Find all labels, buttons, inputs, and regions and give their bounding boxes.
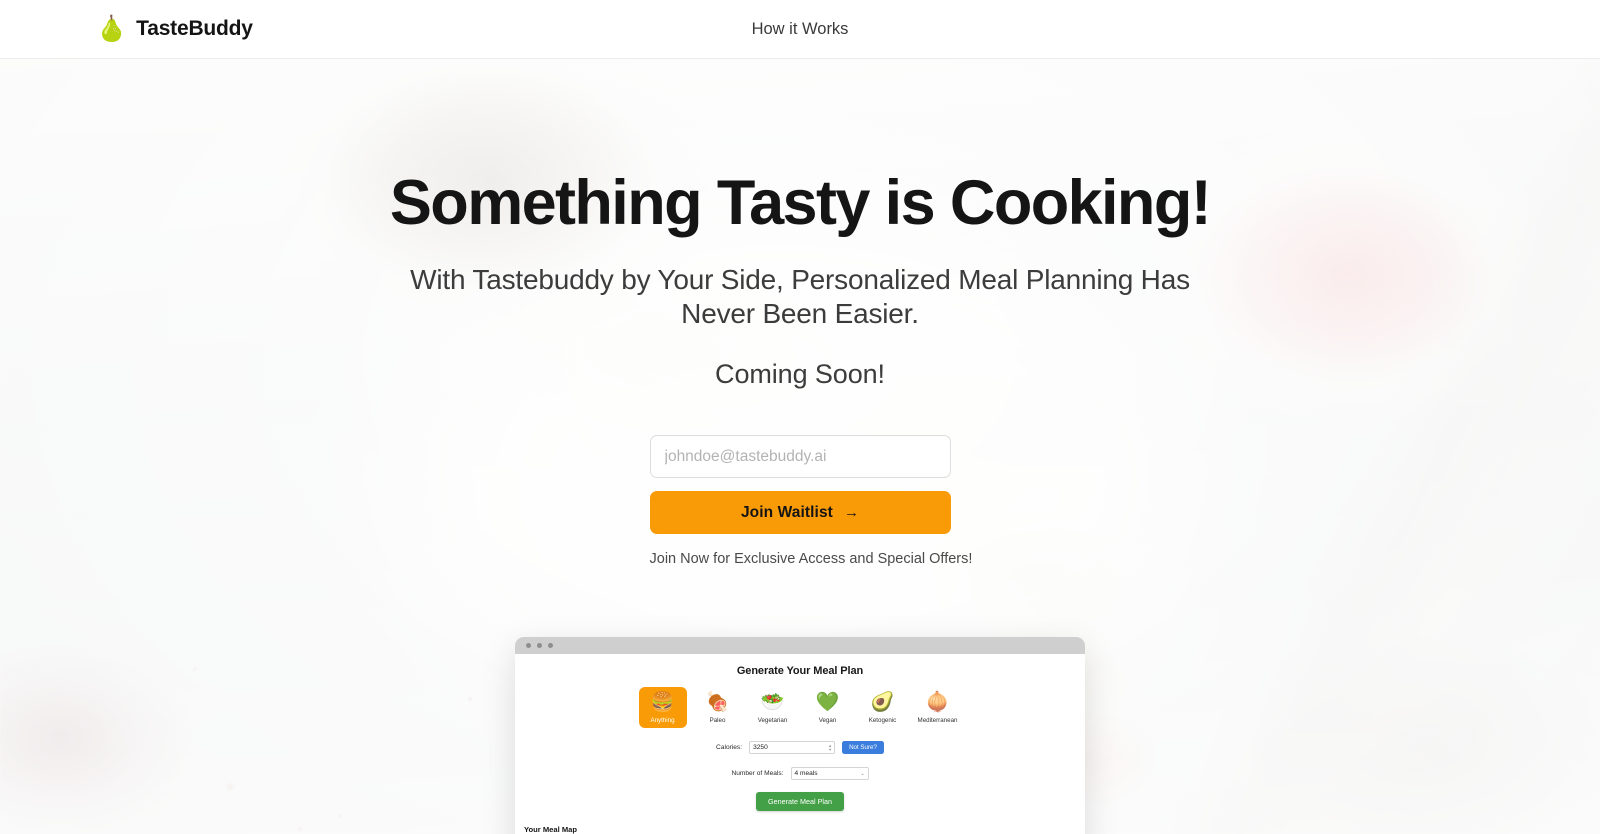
mockup-title-bar xyxy=(515,637,1085,654)
calories-value: 3250 xyxy=(753,744,768,751)
nav-links: How it Works xyxy=(752,20,849,39)
avocado-icon: 🥑 xyxy=(870,692,895,713)
pear-icon: 🍐 xyxy=(96,14,128,43)
diet-label: Vegan xyxy=(818,717,837,724)
email-field[interactable] xyxy=(649,435,951,479)
window-close-dot-icon xyxy=(526,643,531,648)
arrow-right-icon: → xyxy=(843,504,860,522)
number-of-meals-row: Number of Meals: 4 meals ⌄ xyxy=(515,767,1085,780)
number-of-meals-label: Number of Meals: xyxy=(731,770,784,777)
generate-row: Generate Meal Plan xyxy=(515,791,1085,811)
mockup-body: Generate Your Meal Plan 🍔 Anything 🍖 Pal… xyxy=(515,654,1085,834)
diet-option-paleo[interactable]: 🍖 Paleo xyxy=(694,687,742,728)
chevron-down-icon: ⌄ xyxy=(860,770,865,777)
diet-selector: 🍔 Anything 🍖 Paleo 🥗 Vegetarian 💚 Vegan … xyxy=(515,687,1085,728)
diet-option-vegetarian[interactable]: 🥗 Vegetarian xyxy=(749,687,797,728)
onion-icon: 🧅 xyxy=(925,692,950,713)
calories-stepper[interactable]: 3250 ▲ ▼ xyxy=(749,741,836,754)
top-navbar: 🍐 TasteBuddy How it Works xyxy=(0,0,1600,59)
hero-coming-soon: Coming Soon! xyxy=(715,359,885,390)
calories-label: Calories: xyxy=(716,744,743,751)
stepper-arrows-icon[interactable]: ▲ ▼ xyxy=(828,743,832,752)
calories-row: Calories: 3250 ▲ ▼ Not Sure? xyxy=(515,741,1085,754)
window-maximize-dot-icon xyxy=(548,643,553,648)
hero-subtitle: With Tastebuddy by Your Side, Personaliz… xyxy=(410,264,1190,330)
number-of-meals-value: 4 meals xyxy=(794,770,818,777)
diet-label: Paleo xyxy=(709,717,726,724)
diet-label: Mediterranean xyxy=(917,717,958,724)
app-preview-mockup: Generate Your Meal Plan 🍔 Anything 🍖 Pal… xyxy=(515,637,1085,834)
window-minimize-dot-icon xyxy=(537,643,542,648)
diet-label: Ketogenic xyxy=(868,717,897,724)
number-of-meals-select[interactable]: 4 meals ⌄ xyxy=(790,767,869,780)
diet-option-anything[interactable]: 🍔 Anything xyxy=(638,687,687,728)
diet-label: Anything xyxy=(650,717,675,724)
salad-icon: 🥗 xyxy=(760,692,785,713)
join-waitlist-button[interactable]: Join Waitlist → xyxy=(649,491,951,535)
hero-content: Something Tasty is Cooking! With Tastebu… xyxy=(0,59,1600,567)
diet-option-ketogenic[interactable]: 🥑 Ketogenic xyxy=(859,687,907,728)
burger-icon: 🍔 xyxy=(650,692,675,713)
waitlist-signup-form: Join Waitlist → Join Now for Exclusive A… xyxy=(649,435,973,568)
generate-meal-plan-button[interactable]: Generate Meal Plan xyxy=(756,792,844,811)
meat-icon: 🍖 xyxy=(705,692,730,713)
brand-name: TasteBuddy xyxy=(136,17,253,40)
brand-logo-link[interactable]: 🍐 TasteBuddy xyxy=(96,14,253,43)
hero-section: Something Tasty is Cooking! With Tastebu… xyxy=(0,59,1600,834)
not-sure-button[interactable]: Not Sure? xyxy=(842,741,884,754)
diet-option-vegan[interactable]: 💚 Vegan xyxy=(804,687,852,728)
nav-link-how-it-works[interactable]: How it Works xyxy=(752,20,849,39)
green-heart-icon: 💚 xyxy=(815,692,840,713)
page-title: Something Tasty is Cooking! xyxy=(389,168,1212,238)
diet-label: Vegetarian xyxy=(757,717,788,724)
signup-note: Join Now for Exclusive Access and Specia… xyxy=(649,551,973,568)
join-waitlist-label: Join Waitlist xyxy=(740,503,833,521)
mockup-heading: Generate Your Meal Plan xyxy=(736,665,864,677)
meal-map-title: Your Meal Map xyxy=(524,825,578,834)
diet-option-mediterranean[interactable]: 🧅 Mediterranean xyxy=(914,687,962,728)
